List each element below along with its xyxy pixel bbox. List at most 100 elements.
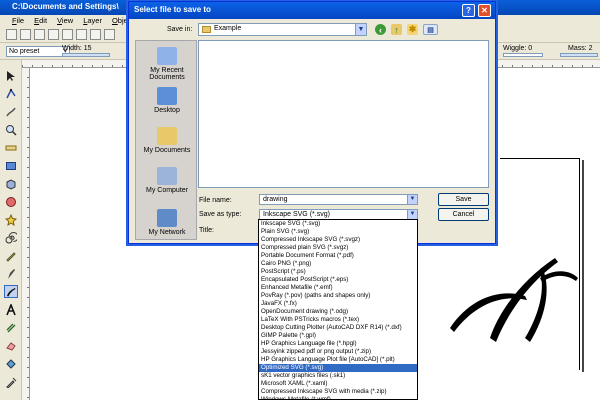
file-type-option[interactable]: Compressed Inkscape SVG (*.svgz) — [259, 236, 417, 244]
file-type-option[interactable]: HP Graphics Language Plot file [AutoCAD]… — [259, 356, 417, 364]
wiggle-slider[interactable] — [503, 53, 543, 57]
calligraphy-tool-icon[interactable] — [4, 285, 18, 298]
title-label: Title: — [199, 227, 214, 234]
save-type-dropdown-list[interactable]: Inkscape SVG (*.svg) Plain SVG (*.svg) Com… — [258, 219, 418, 400]
export-icon[interactable] — [76, 29, 87, 40]
file-type-option[interactable]: Encapsulated PostScript (*.eps) — [259, 276, 417, 284]
file-type-option[interactable]: Microsoft XAML (*.xaml) — [259, 380, 417, 388]
toolbox — [0, 60, 22, 400]
file-type-option[interactable]: HP Graphics Language file (*.hpgl) — [259, 340, 417, 348]
file-type-option[interactable]: Inkscape SVG (*.svg) — [259, 220, 417, 228]
menu-layer[interactable]: Layer — [83, 16, 102, 27]
rectangle-tool-icon[interactable] — [4, 159, 18, 172]
place-label: My Recent Documents — [149, 67, 185, 81]
app-title: C:\Documents and Settings\ — [12, 2, 119, 11]
eraser-tool-icon[interactable] — [4, 339, 18, 352]
pencil-tool-icon[interactable] — [4, 249, 18, 262]
spray-tool-icon[interactable] — [4, 321, 18, 334]
width-label: Width: 15 — [62, 45, 92, 52]
zoom-tool-icon[interactable] — [4, 123, 18, 136]
selector-tool-icon[interactable] — [4, 69, 18, 82]
text-tool-icon[interactable] — [4, 303, 18, 316]
close-button[interactable]: ✕ — [478, 4, 491, 17]
node-tool-icon[interactable] — [4, 87, 18, 100]
file-type-option[interactable]: GIMP Palette (*.gpl) — [259, 332, 417, 340]
menu-edit[interactable]: Edit — [34, 16, 47, 27]
my-documents-icon — [157, 127, 177, 145]
menu-file[interactable]: File — [12, 16, 24, 27]
file-name-label: File name: — [199, 197, 232, 204]
place-label: Desktop — [154, 107, 180, 114]
tweak-tool-icon[interactable] — [4, 105, 18, 118]
views-menu-icon[interactable]: ▤ — [423, 24, 438, 35]
file-type-option[interactable]: Portable Document Format (*.pdf) — [259, 252, 417, 260]
places-bar: My Recent Documents Desktop My Documents… — [135, 40, 197, 240]
file-type-option[interactable]: PovRay (*.pov) (paths and shapes only) — [259, 292, 417, 300]
page-shadow — [582, 160, 584, 372]
up-folder-icon[interactable]: ↑ — [391, 24, 402, 35]
place-label: My Computer — [145, 187, 188, 194]
save-in-value: Example — [214, 25, 242, 32]
save-button[interactable]: Save — [438, 193, 489, 206]
chevron-down-icon[interactable]: ▼ — [407, 195, 417, 204]
file-type-option[interactable]: Compressed Inkscape SVG with media (*.zi… — [259, 388, 417, 396]
measure-tool-icon[interactable] — [4, 141, 18, 154]
chevron-down-icon[interactable]: ▼ — [407, 210, 417, 219]
file-type-option[interactable]: Windows Metafile (*.wmf) — [259, 396, 417, 399]
file-type-option[interactable]: JavaFX (*.fx) — [259, 300, 417, 308]
import-icon[interactable] — [62, 29, 73, 40]
file-list[interactable] — [198, 40, 489, 188]
file-type-option[interactable]: Optimized SVG (*.svg) — [259, 364, 417, 372]
redo-icon[interactable] — [104, 29, 115, 40]
width-slider[interactable] — [62, 53, 110, 57]
spiral-tool-icon[interactable] — [4, 231, 18, 244]
vertical-ruler — [22, 68, 30, 400]
place-my-documents[interactable]: My Documents — [136, 127, 198, 154]
save-icon[interactable] — [34, 29, 45, 40]
file-type-option[interactable]: PostScript (*.ps) — [259, 268, 417, 276]
mass-slider[interactable] — [560, 53, 598, 57]
file-type-option[interactable]: Plain SVG (*.svg) — [259, 228, 417, 236]
my-computer-icon — [157, 167, 177, 185]
file-type-option[interactable]: Enhanced Metafile (*.emf) — [259, 284, 417, 292]
print-icon[interactable] — [48, 29, 59, 40]
mass-label: Mass: 2 — [568, 45, 593, 52]
save-file-dialog: Select file to save to ? ✕ Save in: Exam… — [128, 1, 496, 244]
back-icon[interactable]: ‹ — [375, 24, 386, 35]
file-type-option[interactable]: Jessyink zipped pdf or png output (*.zip… — [259, 348, 417, 356]
undo-icon[interactable] — [90, 29, 101, 40]
paint-bucket-tool-icon[interactable] — [4, 357, 18, 370]
dialog-title: Select file to save to — [134, 5, 211, 14]
desktop-icon — [157, 87, 177, 105]
file-type-option[interactable]: Desktop Cutting Plotter (AutoCAD DXF R14… — [259, 324, 417, 332]
preset-select[interactable]: No preset — [6, 46, 70, 57]
help-button[interactable]: ? — [462, 4, 475, 17]
place-recent-documents[interactable]: My Recent Documents — [136, 47, 198, 81]
folder-icon — [202, 26, 211, 33]
my-network-icon — [157, 209, 177, 227]
place-label: My Network — [148, 229, 186, 236]
dropper-tool-icon[interactable] — [4, 375, 18, 388]
new-folder-icon[interactable]: ✱ — [407, 24, 418, 35]
place-my-computer[interactable]: My Computer — [136, 167, 198, 194]
ellipse-tool-icon[interactable] — [4, 195, 18, 208]
file-type-option[interactable]: Cairo PNG (*.png) — [259, 260, 417, 268]
save-in-select[interactable]: Example ▼ — [198, 23, 367, 36]
chevron-down-icon[interactable]: ▼ — [355, 24, 366, 35]
open-icon[interactable] — [20, 29, 31, 40]
file-type-option[interactable]: OpenDocument drawing (*.odg) — [259, 308, 417, 316]
star-tool-icon[interactable] — [4, 213, 18, 226]
place-desktop[interactable]: Desktop — [136, 87, 198, 114]
file-type-option[interactable]: LaTeX With PSTricks macros (*.tex) — [259, 316, 417, 324]
cancel-button[interactable]: Cancel — [438, 208, 489, 221]
file-type-option[interactable]: sK1 vector graphics files (.sk1) — [259, 372, 417, 380]
3d-box-tool-icon[interactable] — [4, 177, 18, 190]
menu-view[interactable]: View — [57, 16, 73, 27]
file-name-input[interactable]: drawing ▼ — [259, 194, 418, 205]
dialog-title-bar: Select file to save to — [129, 2, 495, 19]
file-type-option[interactable]: Compressed plain SVG (*.svgz) — [259, 244, 417, 252]
place-my-network[interactable]: My Network — [136, 209, 198, 236]
save-type-value: Inkscape SVG (*.svg) — [263, 211, 330, 218]
new-document-icon[interactable] — [6, 29, 17, 40]
pen-tool-icon[interactable] — [4, 267, 18, 280]
